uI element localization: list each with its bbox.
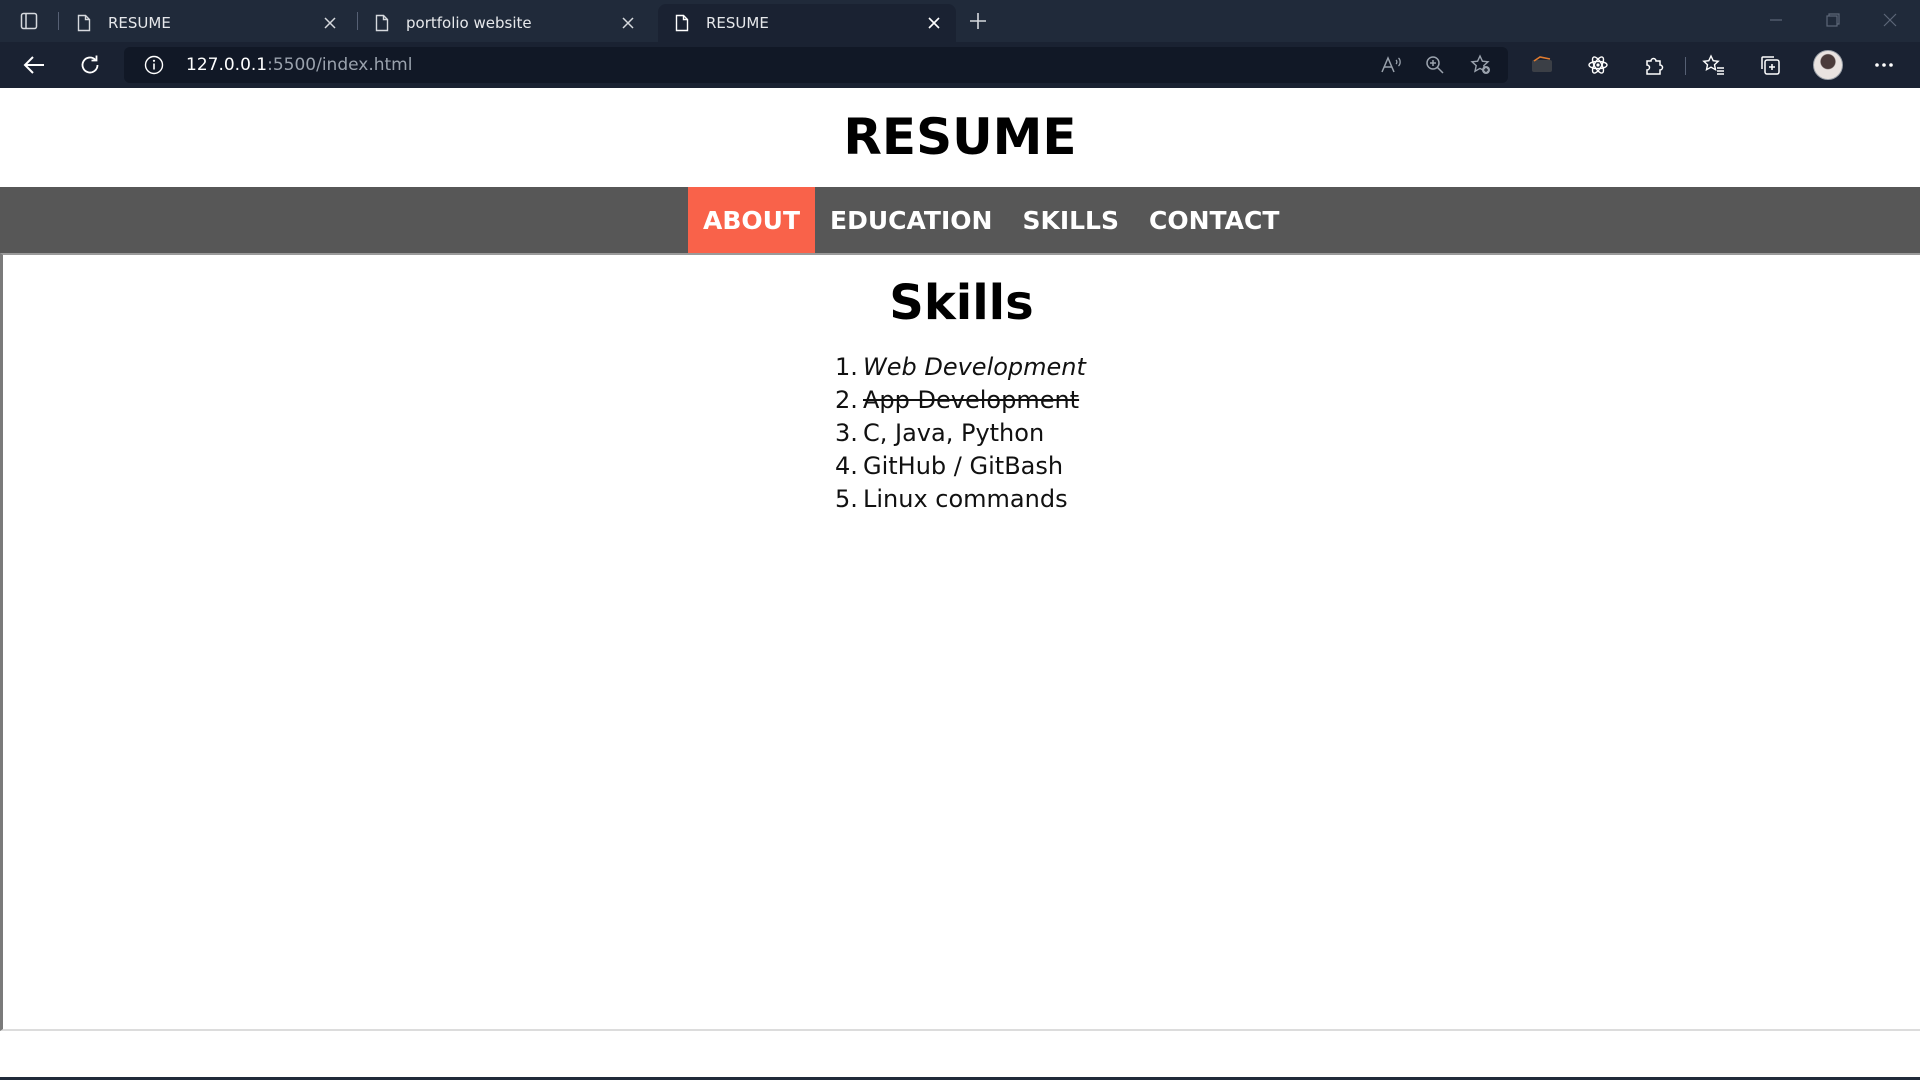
toolbar-separator: [1685, 57, 1686, 75]
skill-text: GitHub / GitBash: [863, 452, 1064, 480]
url-host: 127.0.0.1: [186, 55, 268, 75]
tab-resume-active[interactable]: RESUME: [658, 4, 956, 42]
site-nav-items: ABOUT EDUCATION SKILLS CONTACT: [688, 187, 1294, 253]
puzzle-icon[interactable]: [1636, 48, 1672, 82]
tab-title: portfolio website: [406, 14, 532, 32]
list-item: 4. GitHub / GitBash: [835, 450, 1086, 483]
browser-toolbar: 127.0.0.1:5500/index.html: [0, 42, 1920, 88]
url-text[interactable]: 127.0.0.1:5500/index.html: [186, 55, 412, 75]
nav-education[interactable]: EDUCATION: [815, 187, 1007, 253]
skills-list: 1. Web Development 2. App Development 3. C,…: [835, 351, 1086, 516]
minimize-button[interactable]: [1748, 0, 1804, 40]
list-number: 2.: [835, 386, 858, 414]
skill-text: Web Development: [863, 353, 1086, 381]
tab-portfolio-website[interactable]: portfolio website: [358, 4, 650, 42]
tab-resume-1[interactable]: RESUME: [60, 4, 352, 42]
add-favorite-icon[interactable]: [1468, 53, 1494, 77]
react-devtools-icon[interactable]: [1580, 48, 1616, 82]
list-item: 3. C, Java, Python: [835, 417, 1086, 450]
nav-about[interactable]: ABOUT: [688, 187, 816, 253]
tab-actions-icon[interactable]: [14, 8, 44, 34]
list-item: 5. Linux commands: [835, 483, 1086, 516]
site-nav-bar: ABOUT EDUCATION SKILLS CONTACT: [0, 187, 1920, 253]
list-item: 1. Web Development: [835, 351, 1086, 384]
profile-avatar[interactable]: [1813, 50, 1843, 80]
list-number: 1.: [835, 353, 858, 381]
list-number: 4.: [835, 452, 858, 480]
skill-text: App Development: [863, 386, 1080, 414]
nav-contact[interactable]: CONTACT: [1134, 187, 1294, 253]
collections-icon[interactable]: [1752, 48, 1788, 82]
list-number: 3.: [835, 419, 858, 447]
new-tab-button[interactable]: [964, 7, 992, 35]
skill-text: Linux commands: [863, 485, 1068, 513]
zoom-icon[interactable]: [1422, 53, 1448, 77]
close-icon[interactable]: [922, 11, 946, 35]
extension-icon[interactable]: [1524, 48, 1560, 82]
address-bar[interactable]: 127.0.0.1:5500/index.html: [124, 47, 1508, 83]
read-aloud-icon[interactable]: [1378, 53, 1404, 77]
tab-title: RESUME: [108, 14, 171, 32]
restore-button[interactable]: [1805, 0, 1861, 40]
info-icon[interactable]: [144, 55, 164, 75]
page-title: RESUME: [843, 108, 1077, 166]
page-icon: [74, 13, 94, 33]
skill-text: C, Java, Python: [863, 419, 1045, 447]
page-icon: [372, 13, 392, 33]
favorites-icon[interactable]: [1696, 48, 1732, 82]
close-icon[interactable]: [616, 11, 640, 35]
back-button[interactable]: [16, 48, 52, 82]
page-icon: [672, 13, 692, 33]
close-icon[interactable]: [318, 11, 342, 35]
tab-separator: [58, 12, 59, 30]
url-path: :5500/index.html: [267, 55, 413, 75]
list-number: 5.: [835, 485, 858, 513]
skills-heading: Skills: [889, 275, 1034, 331]
more-icon[interactable]: [1866, 48, 1902, 82]
browser-tab-bar: RESUME portfolio website RESUME: [0, 0, 1920, 42]
skills-section: Skills 1. Web Development 2. App Developme…: [0, 253, 1920, 1031]
close-window-button[interactable]: [1862, 0, 1918, 40]
tab-title: RESUME: [706, 14, 769, 32]
list-item: 2. App Development: [835, 384, 1086, 417]
refresh-button[interactable]: [72, 48, 108, 82]
web-page: RESUME ABOUT EDUCATION SKILLS CONTACT Sk…: [0, 88, 1920, 1080]
nav-skills[interactable]: SKILLS: [1007, 187, 1134, 253]
